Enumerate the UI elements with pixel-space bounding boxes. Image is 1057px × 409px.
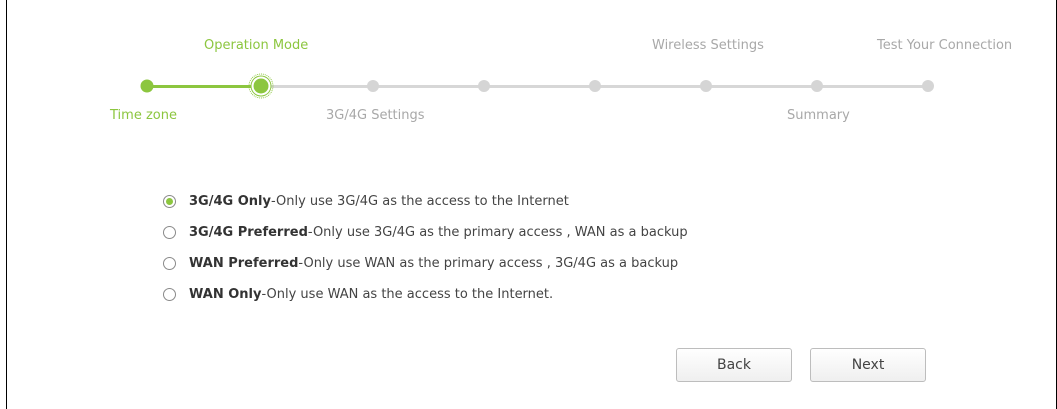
step-node-wireless-settings	[700, 80, 712, 92]
step-node-time-zone	[140, 79, 154, 93]
option-description: -Only use 3G/4G as the access to the Int…	[270, 193, 569, 209]
operation-mode-options: 3G/4G Only -Only use 3G/4G as the access …	[163, 189, 688, 313]
progress-track-completed	[147, 85, 261, 88]
wizard-panel: Operation Mode Wireless Settings Test Yo…	[6, 0, 1057, 409]
step-label-test-connection: Test Your Connection	[877, 38, 1013, 53]
option-description: -Only use WAN as the access to the Inter…	[261, 286, 554, 302]
step-node-operation-mode	[248, 73, 274, 99]
option-title: 3G/4G Preferred	[189, 224, 308, 240]
option-3g4g-only[interactable]: 3G/4G Only -Only use 3G/4G as the access …	[163, 189, 688, 213]
option-wan-only[interactable]: WAN Only -Only use WAN as the access to t…	[163, 282, 688, 306]
option-3g4g-preferred[interactable]: 3G/4G Preferred -Only use 3G/4G as the pr…	[163, 220, 688, 244]
step-node-4	[478, 80, 490, 92]
option-wan-preferred[interactable]: WAN Preferred -Only use WAN as the primar…	[163, 251, 688, 275]
radio-3g4g-only[interactable]	[163, 194, 176, 208]
radio-wan-only[interactable]	[163, 287, 176, 301]
next-button[interactable]: Next	[810, 348, 926, 382]
option-description: -Only use 3G/4G as the primary access , …	[307, 224, 688, 240]
step-label-wireless-settings: Wireless Settings	[652, 38, 764, 53]
radio-3g4g-preferred[interactable]	[163, 225, 176, 239]
option-title: WAN Preferred	[189, 255, 299, 271]
back-button[interactable]: Back	[676, 348, 792, 382]
step-node-3g4g-settings	[367, 80, 379, 92]
step-node-test-connection	[922, 80, 934, 92]
option-title: 3G/4G Only	[189, 193, 271, 209]
step-node-5	[589, 80, 601, 92]
step-label-summary: Summary	[787, 108, 850, 123]
option-description: -Only use WAN as the primary access , 3G…	[298, 255, 679, 271]
step-label-operation-mode: Operation Mode	[204, 38, 309, 53]
step-node-summary	[811, 80, 823, 92]
radio-wan-preferred[interactable]	[163, 256, 176, 270]
option-title: WAN Only	[189, 286, 262, 302]
step-label-time-zone: Time zone	[110, 108, 177, 123]
step-label-3g4g-settings: 3G/4G Settings	[326, 108, 425, 123]
